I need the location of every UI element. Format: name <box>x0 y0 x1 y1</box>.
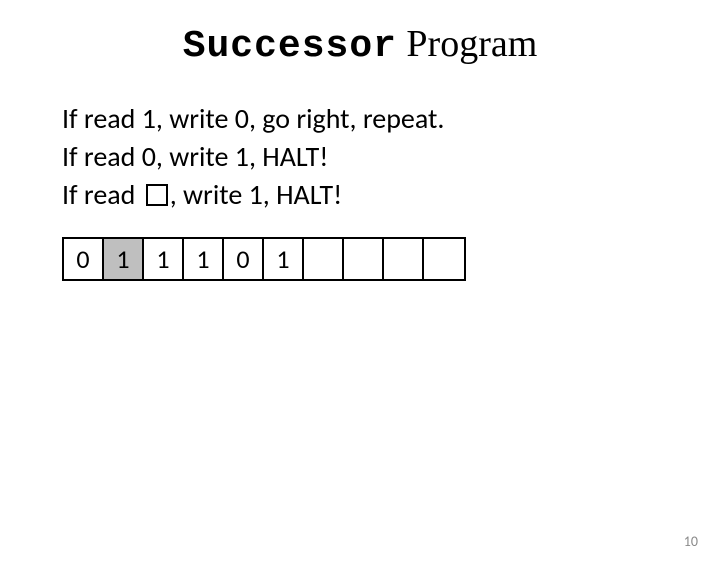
title-word-rest: Program <box>397 23 537 65</box>
tape: 011101 <box>62 237 466 281</box>
rule-line-3a: If read <box>62 177 142 212</box>
slide-title: Successor Program <box>0 22 720 68</box>
tape-cell: 0 <box>64 239 104 279</box>
tape-cell: 1 <box>184 239 224 279</box>
tape-cell: 1 <box>264 239 304 279</box>
tape-cell <box>304 239 344 279</box>
tape-cell: 0 <box>224 239 264 279</box>
page-number: 10 <box>684 533 698 550</box>
tape-cell: 1 <box>144 239 184 279</box>
rule-line-3: If read , write 1, HALT! <box>62 176 720 214</box>
tape-cell <box>424 239 464 279</box>
tape-cell <box>344 239 384 279</box>
rule-line-2: If read 0, write 1, HALT! <box>62 138 720 176</box>
rule-line-1: If read 1, write 0, go right, repeat. <box>62 100 720 138</box>
tape-cell <box>384 239 424 279</box>
tape-cell: 1 <box>104 239 144 279</box>
rules-block: If read 1, write 0, go right, repeat. If… <box>62 100 720 213</box>
rule-line-3b: , write 1, HALT! <box>170 177 343 212</box>
title-word-mono: Successor <box>183 25 397 68</box>
blank-symbol-icon <box>146 184 168 206</box>
